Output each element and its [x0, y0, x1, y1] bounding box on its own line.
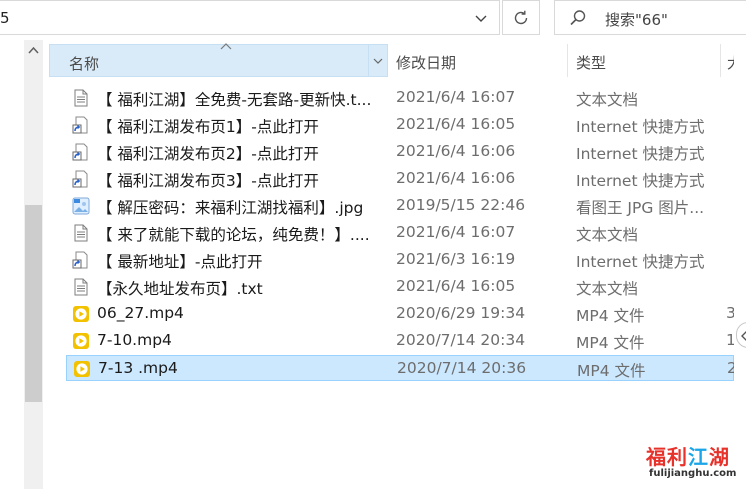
file-type: Internet 快捷方式 — [576, 172, 705, 190]
file-type: 看图王 JPG 图片... — [576, 199, 705, 217]
file-type: Internet 快捷方式 — [576, 253, 705, 271]
scrollbar-thumb[interactable] — [25, 205, 42, 402]
file-modified-date: 2021/6/3 16:19 — [396, 250, 516, 268]
file-type: 文本文档 — [576, 91, 639, 109]
search-icon — [570, 10, 586, 26]
watermark-title: 福利江湖 — [646, 441, 730, 470]
search-input[interactable]: 搜索"66" — [554, 0, 746, 35]
column-header: 名称 修改日期 类型 大 — [49, 43, 746, 77]
file-modified-date: 2019/5/15 22:46 — [396, 196, 526, 214]
refresh-icon — [514, 10, 528, 24]
refresh-button[interactable] — [502, 0, 540, 35]
file-modified-date: 2020/7/14 20:34 — [396, 331, 526, 349]
file-name: 【 解压密码：来福利江湖找福利】.jpg — [97, 199, 364, 217]
file-type: MP4 文件 — [576, 334, 645, 352]
file-size: 1 — [726, 331, 734, 349]
file-name: 06_27.mp4 — [97, 304, 184, 322]
address-path: 5 — [0, 9, 10, 27]
file-row[interactable]: 7-13 .mp4 2020/7/14 20:36 MP4 文件 2 — [66, 355, 735, 381]
video-file-icon — [72, 332, 90, 350]
chevron-down-icon — [373, 58, 383, 64]
file-row[interactable]: 【 解压密码：来福利江湖找福利】.jpg 2019/5/15 22:46 看图王 J… — [66, 193, 734, 219]
file-name: 【 来了就能下载的论坛，纯免费！】.... — [97, 226, 370, 244]
file-name: 【 福利江湖发布页3】-点此打开 — [97, 172, 319, 190]
column-header-date[interactable]: 修改日期 — [388, 44, 568, 77]
file-modified-date: 2020/6/29 19:34 — [396, 304, 526, 322]
column-date-label: 修改日期 — [396, 54, 457, 72]
file-type: Internet 快捷方式 — [576, 118, 705, 136]
file-row[interactable]: 【 福利江湖发布页1】-点此打开 2021/6/4 16:05 Internet 快… — [66, 112, 734, 138]
file-row[interactable]: 【 最新地址】-点此打开 2021/6/3 16:19 Internet 快捷方式 — [66, 247, 734, 273]
file-row[interactable]: 【 福利江湖发布页3】-点此打开 2021/6/4 16:06 Internet 快… — [66, 166, 734, 192]
shortcut-icon — [72, 143, 90, 161]
sort-ascending-icon — [220, 43, 232, 50]
watermark-title-part: 湖 — [709, 445, 730, 469]
chevron-down-icon[interactable] — [473, 10, 489, 26]
shortcut-icon — [72, 170, 90, 188]
column-filter-dropdown[interactable] — [368, 44, 388, 77]
shortcut-icon — [72, 251, 90, 269]
vertical-scrollbar[interactable] — [24, 40, 43, 489]
file-modified-date: 2021/6/4 16:06 — [396, 169, 516, 187]
column-header-name[interactable]: 名称 — [49, 43, 388, 77]
file-row[interactable]: 【 福利江湖发布页2】-点此打开 2021/6/4 16:06 Internet 快… — [66, 139, 734, 165]
column-name-label: 名称 — [69, 55, 100, 73]
file-row[interactable]: 【 来了就能下载的论坛，纯免费！】.... 2021/6/4 16:07 文本文档 — [66, 220, 734, 246]
file-modified-date: 2021/6/4 16:05 — [396, 115, 516, 133]
column-header-type[interactable]: 类型 — [568, 44, 721, 77]
file-row[interactable]: 7-10.mp4 2020/7/14 20:34 MP4 文件 1 — [66, 328, 734, 354]
chevron-left-icon — [741, 331, 746, 341]
address-bar[interactable]: 5 — [0, 0, 500, 35]
search-query-text: 搜索"66" — [605, 11, 668, 29]
file-type: MP4 文件 — [577, 362, 646, 380]
image-file-icon — [72, 197, 90, 215]
video-file-icon — [72, 305, 90, 323]
file-modified-date: 2021/6/4 16:07 — [396, 223, 516, 241]
watermark-url: fulijianghu.com — [649, 468, 737, 479]
file-type: Internet 快捷方式 — [576, 145, 705, 163]
text-file-icon — [72, 89, 90, 107]
watermark-logo: 福利江湖 fulijianghu.com — [646, 441, 741, 487]
file-name: 7-10.mp4 — [97, 331, 172, 349]
shortcut-icon — [72, 116, 90, 134]
file-row[interactable]: 【 福利江湖】全免费-无套路-更新快.t... 2021/6/4 16:07 文本文… — [66, 85, 734, 111]
text-file-icon — [72, 224, 90, 242]
scroll-up-arrow-icon[interactable] — [28, 46, 39, 54]
file-row[interactable]: 06_27.mp4 2020/6/29 19:34 MP4 文件 3 — [66, 301, 734, 327]
watermark-title-part: 江 — [688, 445, 709, 469]
file-modified-date: 2021/6/4 16:05 — [396, 277, 516, 295]
file-type: MP4 文件 — [576, 307, 645, 325]
file-name: 【永久地址发布页】.txt — [97, 280, 263, 298]
file-modified-date: 2020/7/14 20:36 — [397, 359, 527, 377]
file-modified-date: 2021/6/4 16:07 — [396, 88, 516, 106]
file-name: 【 福利江湖发布页1】-点此打开 — [97, 118, 319, 136]
file-name: 【 最新地址】-点此打开 — [97, 253, 263, 271]
file-modified-date: 2021/6/4 16:06 — [396, 142, 516, 160]
file-name: 【 福利江湖发布页2】-点此打开 — [97, 145, 319, 163]
file-name: 【 福利江湖】全免费-无套路-更新快.t... — [97, 91, 372, 109]
file-name: 7-13 .mp4 — [98, 359, 178, 377]
file-type: 文本文档 — [576, 226, 639, 244]
column-type-label: 类型 — [576, 54, 607, 72]
file-size: 3 — [726, 304, 734, 322]
right-edge — [734, 40, 746, 489]
top-bar: 5 搜索"66" — [0, 0, 746, 37]
video-file-icon — [73, 360, 91, 378]
watermark-title-part: 福利 — [646, 445, 688, 469]
text-file-icon — [72, 278, 90, 296]
file-row[interactable]: 【永久地址发布页】.txt 2021/6/4 16:05 文本文档 — [66, 274, 734, 300]
file-type: 文本文档 — [576, 280, 639, 298]
